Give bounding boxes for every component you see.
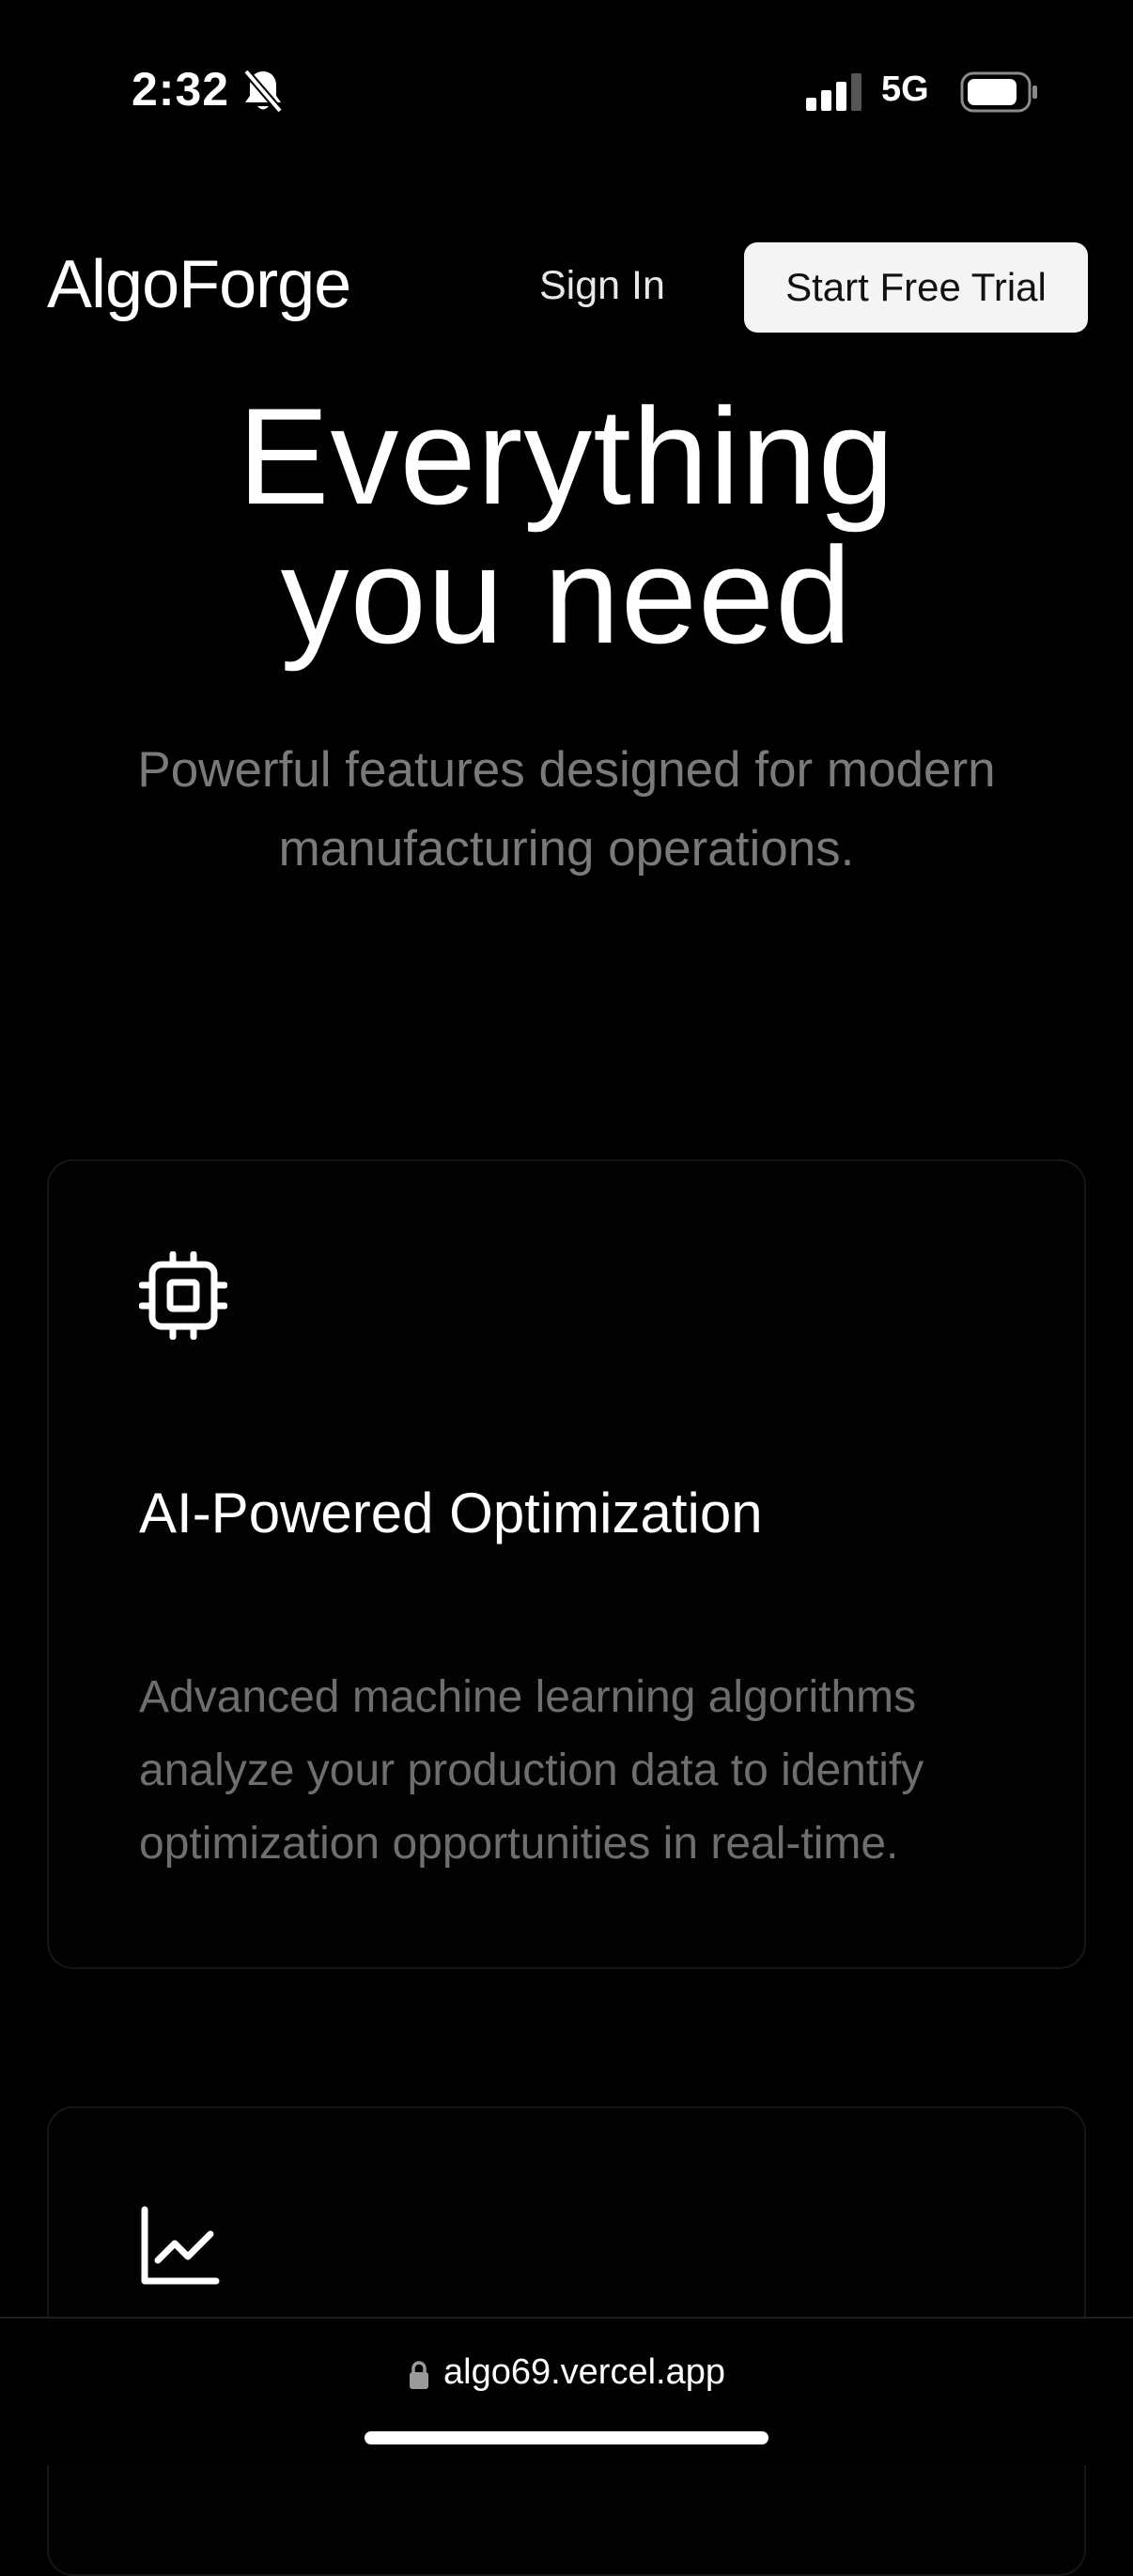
bell-slash-icon (242, 69, 284, 114)
feature-description: Advanced machine learning algorithms ana… (139, 1672, 924, 1869)
start-free-trial-button[interactable]: Start Free Trial (744, 242, 1088, 333)
signal-icon (806, 73, 861, 111)
hero-title-line-2: you need (280, 519, 853, 672)
hero-title-line-1: Everything (238, 380, 895, 533)
home-indicator[interactable] (365, 2431, 768, 2444)
brand-logo[interactable]: AlgoForge (47, 246, 351, 323)
chart-line-icon (141, 2206, 220, 2285)
status-time: 2:32 (132, 63, 230, 116)
feature-card-ai-optimization: AI-Powered Optimization Advanced machine… (47, 1159, 1086, 1969)
feature-title: AI-Powered Optimization (139, 1482, 763, 1544)
hero-subtitle: Powerful features designed for modern ma… (137, 742, 996, 877)
sign-in-link[interactable]: Sign In (539, 263, 665, 309)
url-text[interactable]: algo69.vercel.app (443, 2352, 725, 2393)
status-bar: 2:32 5G (0, 0, 1133, 178)
battery-icon (960, 71, 1037, 113)
hero-title: Everything you need (0, 387, 1133, 665)
browser-url-bar[interactable]: algo69.vercel.app (0, 2317, 1133, 2465)
network-label: 5G (881, 70, 929, 109)
lock-icon (410, 2361, 428, 2389)
cpu-icon (139, 1251, 227, 1340)
